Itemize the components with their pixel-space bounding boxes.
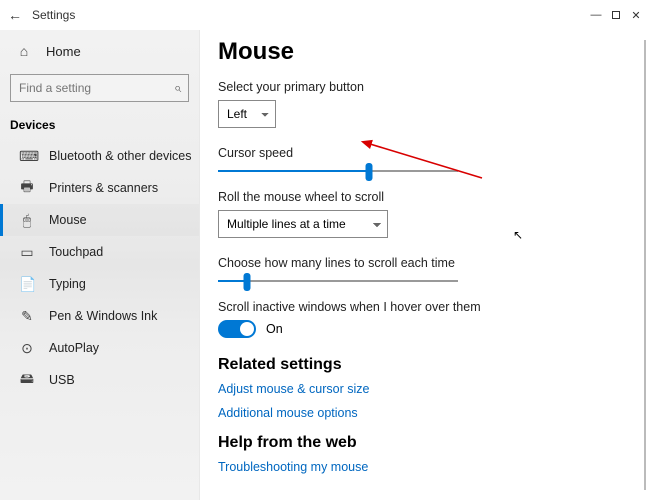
primary-button-section: Select your primary button Left (218, 80, 632, 128)
cursor-speed-label: Cursor speed (218, 146, 632, 160)
sidebar-item-touchpad[interactable]: ▭ Touchpad (0, 236, 199, 268)
sidebar-item-label: Typing (49, 277, 86, 291)
sidebar-item-label: Bluetooth & other devices (49, 149, 191, 163)
link-adjust-mouse-cursor-size[interactable]: Adjust mouse & cursor size (218, 382, 632, 396)
sidebar-group-header: Devices (0, 112, 199, 140)
home-button[interactable]: ⌂ Home (0, 34, 199, 68)
content-pane: Mouse Select your primary button Left Cu… (200, 30, 646, 500)
sidebar-item-icon: ⌨ (19, 148, 35, 165)
search-input[interactable] (10, 74, 189, 102)
maximize-button[interactable] (606, 0, 626, 30)
lines-to-scroll-label: Choose how many lines to scroll each tim… (218, 256, 632, 270)
home-icon: ⌂ (16, 43, 32, 59)
sidebar-item-label: Touchpad (49, 245, 103, 259)
page-title: Mouse (218, 38, 632, 66)
sidebar-item-icon: ✎ (19, 308, 35, 325)
minimize-button[interactable]: ― (586, 0, 606, 30)
scroll-inactive-state: On (266, 322, 283, 336)
window-title: Settings (32, 8, 75, 22)
lines-to-scroll-section: Choose how many lines to scroll each tim… (218, 256, 632, 282)
wheel-mode-label: Roll the mouse wheel to scroll (218, 190, 632, 204)
sidebar-item-icon: 🖶 (19, 176, 35, 200)
help-header: Help from the web (218, 434, 632, 452)
scroll-inactive-section: Scroll inactive windows when I hover ove… (218, 300, 632, 338)
titlebar: ← Settings (0, 0, 646, 30)
sidebar-item-bluetooth-other-devices[interactable]: ⌨ Bluetooth & other devices (0, 140, 199, 172)
home-label: Home (46, 44, 81, 59)
search-icon: ⌕ (174, 80, 181, 96)
scroll-inactive-toggle[interactable] (218, 320, 256, 338)
link-troubleshooting-my-mouse[interactable]: Troubleshooting my mouse (218, 460, 632, 474)
sidebar-item-label: Mouse (49, 213, 87, 227)
sidebar-item-icon: ⊙ (19, 340, 35, 357)
back-button[interactable]: ← (8, 7, 26, 23)
sidebar-item-icon: 📄 (19, 276, 35, 293)
wheel-mode-section: Roll the mouse wheel to scroll Multiple … (218, 190, 632, 238)
sidebar-item-usb[interactable]: 🖴 USB (0, 364, 199, 396)
cursor-speed-section: Cursor speed (218, 146, 632, 172)
sidebar-item-label: Pen & Windows Ink (49, 309, 157, 323)
sidebar-item-printers-scanners[interactable]: 🖶 Printers & scanners (0, 172, 199, 204)
sidebar-item-label: Printers & scanners (49, 181, 158, 195)
primary-button-label: Select your primary button (218, 80, 632, 94)
window-controls: ― ✕ (586, 0, 646, 30)
link-additional-mouse-options[interactable]: Additional mouse options (218, 406, 632, 420)
sidebar-item-mouse[interactable]: 🖱 Mouse (0, 204, 199, 236)
primary-button-select[interactable]: Left (218, 100, 276, 128)
related-settings-header: Related settings (218, 356, 632, 374)
sidebar-item-icon: ▭ (19, 244, 35, 261)
wheel-mode-select[interactable]: Multiple lines at a time (218, 210, 388, 238)
sidebar-item-icon: 🖴 (19, 368, 35, 392)
sidebar-item-pen-windows-ink[interactable]: ✎ Pen & Windows Ink (0, 300, 199, 332)
sidebar-item-label: AutoPlay (49, 341, 99, 355)
sidebar-item-typing[interactable]: 📄 Typing (0, 268, 199, 300)
cursor-speed-slider[interactable] (218, 170, 458, 172)
lines-to-scroll-slider[interactable] (218, 280, 458, 282)
scroll-inactive-label: Scroll inactive windows when I hover ove… (218, 300, 632, 314)
sidebar-item-autoplay[interactable]: ⊙ AutoPlay (0, 332, 199, 364)
close-button[interactable]: ✕ (626, 0, 646, 30)
cursor-pointer-icon: ↖ (513, 228, 523, 242)
sidebar: ⌂ Home ⌕ Devices ⌨ Bluetooth & other devi… (0, 30, 200, 500)
sidebar-item-icon: 🖱 (19, 212, 35, 229)
sidebar-item-label: USB (49, 373, 75, 387)
